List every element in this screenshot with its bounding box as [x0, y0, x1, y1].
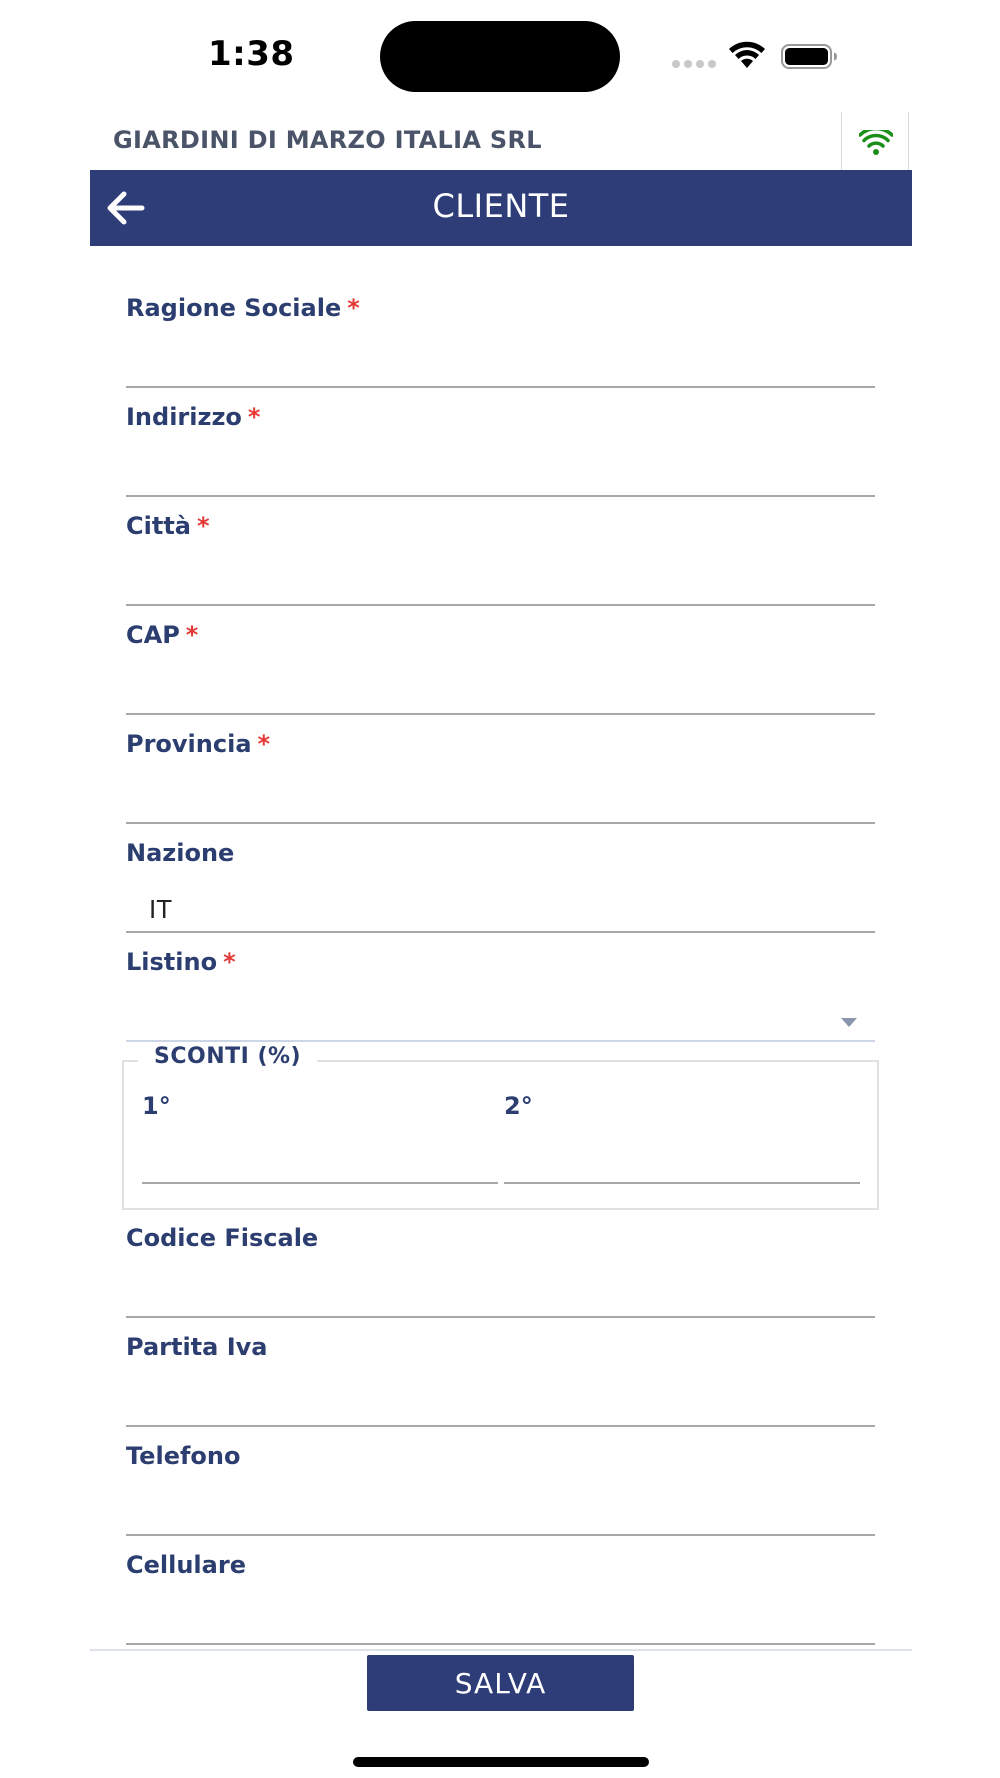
citta-label: Città * [126, 512, 210, 540]
citta-field: Città * [126, 500, 875, 609]
indirizzo-label: Indirizzo * [126, 403, 261, 431]
required-marker: * [347, 294, 360, 322]
sconto-1-field: 1° [142, 1092, 498, 1192]
status-time: 1:38 [208, 34, 295, 74]
save-button[interactable]: SALVA [367, 1655, 634, 1711]
cellulare-input[interactable] [126, 1591, 875, 1645]
telefono-label: Telefono [126, 1442, 241, 1470]
sconto-2-field: 2° [504, 1092, 860, 1192]
ragione-sociale-field: Ragione Sociale * [126, 282, 875, 391]
dynamic-island [380, 21, 620, 92]
partita-iva-field: Partita Iva [126, 1321, 875, 1430]
home-indicator[interactable] [353, 1757, 649, 1767]
ragione-sociale-label: Ragione Sociale * [126, 294, 360, 322]
cellulare-label: Cellulare [126, 1551, 246, 1579]
listino-field: Listino * [126, 936, 875, 1045]
required-marker: * [223, 948, 236, 976]
company-bar: GIARDINI DI MARZO ITALIA SRL [90, 112, 910, 170]
codice-fiscale-input[interactable] [126, 1264, 875, 1318]
sconti-legend: SCONTI (%) [138, 1044, 318, 1069]
citta-input[interactable] [126, 552, 875, 606]
cellular-signal-icon [672, 60, 716, 68]
indirizzo-input[interactable] [126, 443, 875, 497]
partita-iva-input[interactable] [126, 1373, 875, 1427]
nazione-input[interactable] [126, 879, 875, 933]
wifi-status-icon [729, 41, 765, 68]
title-bar: CLIENTE [90, 170, 912, 246]
provincia-label: Provincia * [126, 730, 271, 758]
cap-input[interactable] [126, 661, 875, 715]
telefono-input[interactable] [126, 1482, 875, 1536]
sconto-2-input[interactable] [504, 1132, 860, 1184]
connection-status[interactable] [841, 112, 909, 170]
status-bar: 1:38 [0, 0, 1000, 110]
listino-label: Listino * [126, 948, 236, 976]
codice-fiscale-label: Codice Fiscale [126, 1224, 319, 1252]
telefono-field: Telefono [126, 1430, 875, 1539]
ragione-sociale-input[interactable] [126, 334, 875, 388]
sconti-fieldset: SCONTI (%) 1° 2° [122, 1044, 879, 1210]
wifi-icon [859, 130, 893, 155]
provincia-field: Provincia * [126, 718, 875, 827]
footer-divider [90, 1649, 912, 1651]
required-marker: * [257, 730, 271, 758]
provincia-input[interactable] [126, 770, 875, 824]
sconto-2-label: 2° [504, 1092, 533, 1120]
battery-icon [781, 44, 837, 69]
sconto-1-input[interactable] [142, 1132, 498, 1184]
indirizzo-field: Indirizzo * [126, 391, 875, 500]
nazione-field: Nazione [126, 827, 875, 936]
sconto-1-label: 1° [142, 1092, 171, 1120]
required-marker: * [247, 403, 261, 431]
cap-label: CAP * [126, 621, 199, 649]
cap-field: CAP * [126, 609, 875, 718]
partita-iva-label: Partita Iva [126, 1333, 268, 1361]
codice-fiscale-field: Codice Fiscale [126, 1212, 875, 1321]
cellulare-field: Cellulare [126, 1539, 875, 1648]
required-marker: * [196, 512, 210, 540]
listino-select[interactable] [126, 988, 875, 1042]
chevron-down-icon [841, 1018, 857, 1027]
nazione-label: Nazione [126, 839, 235, 867]
required-marker: * [185, 621, 199, 649]
page-title: CLIENTE [432, 187, 570, 225]
company-name: GIARDINI DI MARZO ITALIA SRL [113, 126, 542, 154]
